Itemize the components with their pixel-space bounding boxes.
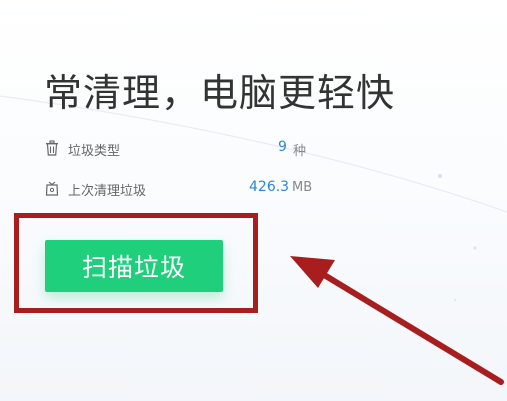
last-cleanup-label: 上次清理垃圾 [68, 184, 147, 199]
stat-row-junk-types: 垃圾类型 9 种 [44, 139, 344, 159]
junk-types-unit: 种 [293, 144, 307, 159]
background-decoration [0, 95, 507, 302]
junk-types-value: 9 [278, 139, 287, 155]
junk-types-label: 垃圾类型 [68, 144, 121, 159]
page-title: 常清理，电脑更轻快 [44, 71, 396, 115]
trash-can-icon [44, 140, 60, 156]
scan-junk-button[interactable]: 扫描垃圾 [45, 240, 223, 292]
last-cleanup-unit: MB [292, 180, 313, 195]
stat-row-last-cleanup: 上次清理垃圾 426.3 MB [44, 179, 344, 199]
last-cleanup-value: 426.3 [249, 179, 290, 195]
trash-bag-icon [44, 180, 60, 196]
